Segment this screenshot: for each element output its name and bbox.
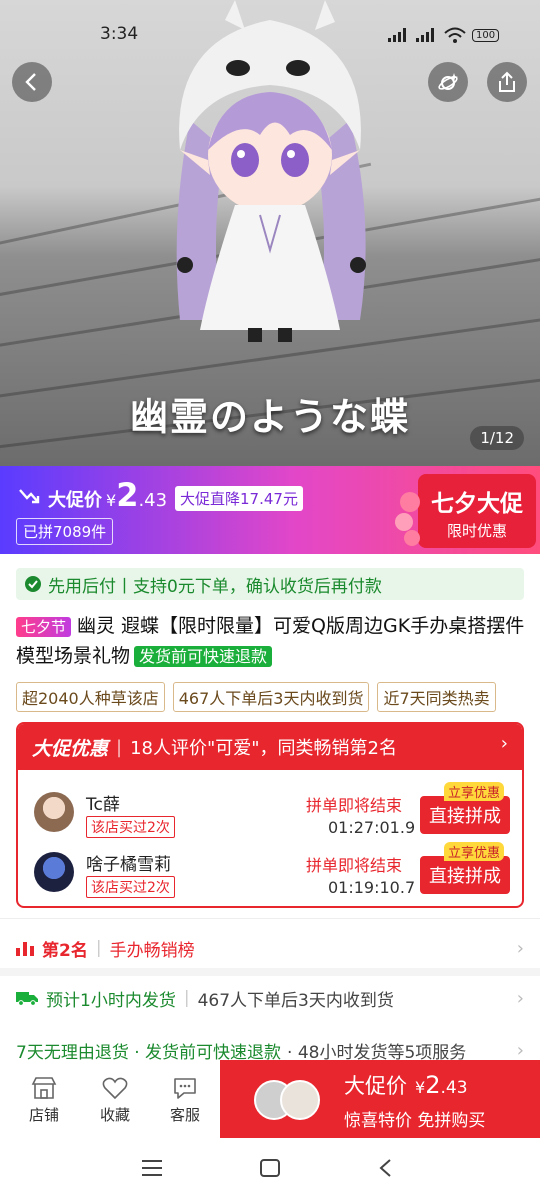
pay-later-text: 先用后付丨支持0元下单，确认收货后再付款 (48, 576, 382, 597)
group-buy-header[interactable]: 大促优惠 | 18人评价"可爱"，同类畅销第2名 › (18, 724, 522, 770)
group-user-name: 啥子橘雪莉 (86, 855, 171, 875)
save-favorite-button[interactable] (428, 62, 468, 102)
shipping-estimate: 预计1小时内发货 (46, 990, 176, 1011)
price-drop-tag: 大促直降17.47元 (175, 486, 303, 511)
truck-icon (16, 992, 38, 1006)
bottom-action-bar: 店铺 收藏 客服 大促价 ¥ 2 .43 惊喜特价 免拼购买 (0, 1060, 540, 1140)
service-tab[interactable]: 客服 (155, 1076, 215, 1125)
shop-tab-label: 店铺 (28, 1106, 59, 1124)
bought-before-tag: 该店买过2次 (86, 816, 175, 838)
service-highlight: 7天无理由退货 · 发货前可快速退款 (16, 1042, 282, 1063)
divider (0, 918, 540, 919)
group-buy-card: 大促优惠 | 18人评价"可爱"，同类畅销第2名 › Tc薛 该店买过2次 拼单… (16, 722, 524, 908)
wifi-icon (444, 27, 466, 43)
figurine-illustration (176, 0, 366, 342)
back-button[interactable] (12, 62, 52, 102)
promo-price: 大促价 ¥ 2 .43 (18, 476, 167, 514)
buy-now-button[interactable]: 大促价 ¥ 2 .43 惊喜特价 免拼购买 (220, 1060, 540, 1138)
chevron-right-icon: › (516, 1039, 524, 1061)
service-rest: · 48小时发货等5项服务 (287, 1042, 467, 1063)
chevron-left-icon (25, 73, 36, 91)
back-nav-icon[interactable] (378, 1158, 392, 1178)
image-counter: 1/12 (470, 426, 524, 450)
refund-badge: 发货前可快速退款 (134, 646, 273, 667)
signal-icon (388, 28, 406, 42)
share-icon (499, 71, 515, 92)
bought-before-tag: 该店买过2次 (86, 876, 175, 898)
countdown-timer: 01:27:01.9 (328, 818, 416, 837)
chip: 近7天同类热卖 (377, 682, 496, 712)
price-decimal: .43 (138, 490, 168, 511)
pay-later-banner[interactable]: 先用后付丨支持0元下单，确认收货后再付款 (16, 568, 524, 600)
promo-price-label: 大促价 (48, 490, 102, 511)
home-icon[interactable] (260, 1159, 280, 1177)
buy-subtitle: 惊喜特价 免拼购买 (344, 1111, 486, 1131)
chevron-right-icon: › (500, 733, 508, 754)
buy-price-integer: 2 (425, 1071, 441, 1099)
gift-bubbles-decoration (395, 492, 420, 546)
chat-icon (174, 1078, 196, 1099)
join-group-button[interactable]: 直接拼成 (420, 856, 510, 894)
buy-price-label: 大促价 (344, 1074, 407, 1098)
instant-discount-tag: 立享优惠 (444, 842, 505, 861)
ending-label: 拼单即将结束 (306, 856, 403, 875)
festival-subtitle: 限时优惠 (446, 522, 507, 540)
favorite-tab[interactable]: 收藏 (85, 1076, 145, 1125)
battery-icon: 100 (472, 28, 500, 42)
ranking-row[interactable]: 第2名 | 手办畅销榜 › (16, 928, 526, 968)
shipping-stat: 467人下单后3天内收到货 (197, 990, 394, 1011)
divider (0, 968, 540, 976)
highlight-chips: 超2040人种草该店 467人下单后3天内收到货 近7天同类热卖 (16, 682, 496, 712)
shipping-row[interactable]: 预计1小时内发货 | 467人下单后3天内收到货 › (16, 978, 526, 1018)
buyer-avatar (280, 1080, 320, 1120)
chevron-right-icon: › (516, 937, 524, 959)
product-title: 七夕节 幽灵 遐蝶【限时限量】可爱Q版周边GK手办桌搭摆件模型场景礼物 发货前可快速… (16, 612, 526, 671)
promo-summary: 18人评价"可爱"，同类畅销第2名 (130, 738, 398, 759)
share-button[interactable] (487, 62, 527, 102)
group-user-name: Tc薛 (86, 795, 120, 815)
heart-icon (102, 1077, 128, 1100)
shop-tab[interactable]: 店铺 (14, 1076, 74, 1125)
promo-brand: 大促优惠 (32, 737, 109, 760)
system-navigation-bar (0, 1140, 540, 1200)
ending-label: 拼单即将结束 (306, 796, 403, 815)
festival-title: 七夕大促 (431, 491, 523, 517)
buy-price-decimal: .43 (440, 1078, 468, 1098)
menu-icon[interactable] (142, 1160, 162, 1176)
join-group-button[interactable]: 直接拼成 (420, 796, 510, 834)
countdown-timer: 01:19:10.7 (328, 878, 416, 897)
group-row: Tc薛 该店买过2次 拼单即将结束 01:27:01.9 直接拼成 立享优惠 (18, 782, 522, 846)
sold-count: 已拼7089件 (16, 518, 114, 545)
favorite-tab-label: 收藏 (99, 1106, 130, 1124)
avatar (34, 852, 74, 892)
group-row: 啥子橘雪莉 该店买过2次 拼单即将结束 01:19:10.7 直接拼成 立享优惠 (18, 842, 522, 906)
festival-badge: 七夕节 (16, 617, 72, 637)
chip: 超2040人种草该店 (16, 682, 165, 712)
service-tab-label: 客服 (169, 1106, 200, 1124)
chevron-right-icon: › (516, 987, 524, 1009)
instant-discount-tag: 立享优惠 (444, 782, 505, 801)
avatar (34, 792, 74, 832)
signal-icon (416, 28, 434, 42)
chip: 467人下单后3天内收到货 (172, 682, 370, 712)
buy-currency: ¥ (415, 1078, 426, 1097)
rank-category: 手办畅销榜 (109, 940, 195, 961)
planet-star-icon (438, 73, 458, 90)
image-overlay-title: 幽霊のような蝶 (129, 395, 410, 439)
status-time: 3:34 (100, 24, 139, 44)
trend-down-icon (19, 489, 40, 504)
shield-check-icon (25, 576, 41, 592)
rank-value: 第2名 (42, 940, 88, 961)
currency-symbol: ¥ (106, 491, 117, 510)
product-image-gallery[interactable]: 3:34 100 幽霊のような蝶 1/12 (0, 0, 540, 466)
qixi-festival-badge: 七夕大促 限时优惠 (418, 474, 536, 548)
price-integer: 2 (116, 476, 139, 514)
status-icons: 100 (388, 27, 500, 43)
bar-chart-icon (16, 942, 34, 956)
store-icon (31, 1077, 57, 1099)
